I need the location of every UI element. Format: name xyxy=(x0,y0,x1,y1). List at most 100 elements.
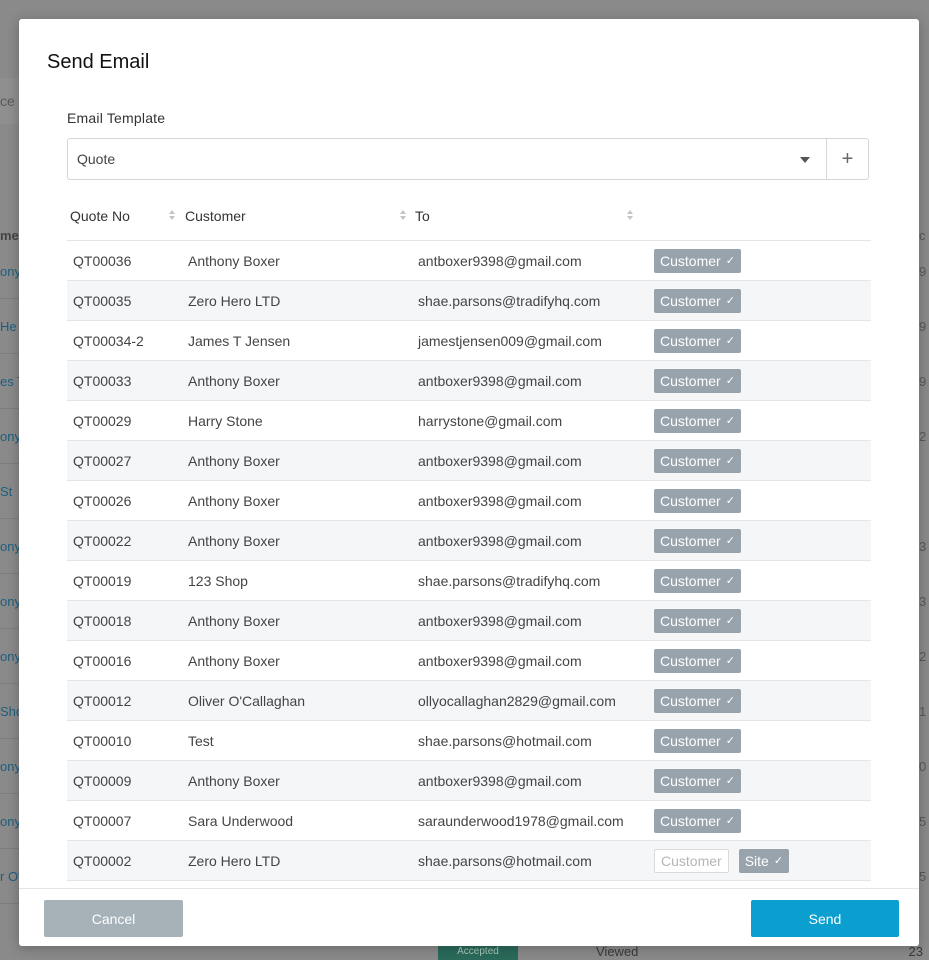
column-header-quote-no[interactable]: Quote No xyxy=(67,201,182,240)
check-icon: ✓ xyxy=(725,335,735,347)
quote-no-cell: QT00033 xyxy=(73,372,132,389)
check-icon: ✓ xyxy=(725,615,735,627)
background-cell xyxy=(919,464,929,519)
email-cell: antboxer9398@gmail.com xyxy=(418,772,582,789)
recipient-tag-customer[interactable]: Customer ✓ xyxy=(654,648,741,673)
recipient-tags-cell: Customer ✓ xyxy=(648,408,871,433)
cancel-button[interactable]: Cancel xyxy=(44,900,183,937)
customer-cell: Zero Hero LTD xyxy=(188,852,281,869)
recipient-tag-customer[interactable]: Customer ✓ xyxy=(654,368,741,393)
background-right-column: c 9 9 9 2 3 3 2 1 0 5 5 xyxy=(919,228,929,904)
email-cell: ollyocallaghan2829@gmail.com xyxy=(418,692,616,709)
recipient-tags-cell: Customer ✓ xyxy=(648,648,871,673)
table-row: QT00009 Anthony Boxer antboxer9398@gmail.c… xyxy=(67,761,871,801)
recipient-tag-label: Customer xyxy=(660,812,721,829)
background-cell: Sho xyxy=(0,684,20,739)
recipient-tag-customer[interactable]: Customer ✓ xyxy=(654,568,741,593)
check-icon: ✓ xyxy=(725,735,735,747)
recipient-tag-customer[interactable]: Customer ✓ xyxy=(654,728,741,753)
quote-no-cell: QT00007 xyxy=(73,812,132,829)
background-cell: es T xyxy=(0,354,20,409)
quote-no-cell: QT00036 xyxy=(73,252,132,269)
quote-no-cell: QT00029 xyxy=(73,412,132,429)
customer-cell: Oliver O'Callaghan xyxy=(188,692,306,709)
customer-cell: Anthony Boxer xyxy=(188,452,280,469)
recipient-tag-label: Customer xyxy=(660,332,721,349)
recipient-tag-customer[interactable]: Customer ✓ xyxy=(654,528,741,553)
recipient-tag-customer[interactable]: Customer ✓ xyxy=(654,328,741,353)
background-cell: ony xyxy=(0,794,20,849)
recipient-tags-cell: Customer ✓ xyxy=(648,528,871,553)
customer-cell: Anthony Boxer xyxy=(188,252,280,269)
recipient-tag-customer[interactable]: Customer ✓ xyxy=(654,288,741,313)
background-cell: ony xyxy=(0,519,20,574)
recipient-tag-customer[interactable]: Customer ✓ xyxy=(654,768,741,793)
check-icon: ✓ xyxy=(725,495,735,507)
recipient-tags-cell: Customer ✓ xyxy=(648,568,871,593)
email-cell: jamestjensen009@gmail.com xyxy=(418,332,602,349)
email-cell: saraunderwood1978@gmail.com xyxy=(418,812,624,829)
table-row: QT00034-2 James T Jensen jamestjensen009@g… xyxy=(67,321,871,361)
quote-no-cell: QT00022 xyxy=(73,532,132,549)
background-cell: 3 xyxy=(919,594,927,609)
recipient-tag-customer[interactable]: Customer xyxy=(654,848,729,873)
recipient-tags-cell: Customer ✓ xyxy=(648,608,871,633)
column-header-to[interactable]: To xyxy=(412,201,648,240)
check-icon: ✓ xyxy=(725,775,735,787)
send-button[interactable]: Send xyxy=(751,900,899,937)
recipient-tag-customer[interactable]: Customer ✓ xyxy=(654,688,741,713)
recipient-tag-label: Customer xyxy=(660,692,721,709)
table-row: QT00012 Oliver O'Callaghan ollyocallaghan2… xyxy=(67,681,871,721)
recipient-tag-site[interactable]: Site ✓ xyxy=(738,848,790,873)
background-cell: He xyxy=(0,299,20,354)
table-row: QT00018 Anthony Boxer antboxer9398@gmail.c… xyxy=(67,601,871,641)
recipient-tag-customer[interactable]: Customer ✓ xyxy=(654,408,741,433)
table-row: QT00035 Zero Hero LTD shae.parsons@tradify… xyxy=(67,281,871,321)
background-cell: 1 xyxy=(919,704,927,719)
check-icon: ✓ xyxy=(773,855,784,867)
recipient-tags-cell: Customer ✓ xyxy=(648,248,871,273)
customer-cell: Sara Underwood xyxy=(188,812,294,829)
table-row: QT00033 Anthony Boxer antboxer9398@gmail.c… xyxy=(67,361,871,401)
email-cell: shae.parsons@tradifyhq.com xyxy=(418,572,601,589)
recipient-tag-customer[interactable]: Customer ✓ xyxy=(654,488,741,513)
check-icon: ✓ xyxy=(725,255,735,267)
modal-title: Send Email xyxy=(47,51,150,73)
background-cell: ony xyxy=(0,409,20,464)
sort-icon[interactable] xyxy=(168,210,176,222)
sort-icon[interactable] xyxy=(626,210,634,222)
table-body: QT00036 Anthony Boxer antboxer9398@gmail.c… xyxy=(67,241,871,898)
recipient-tags-cell: Customer ✓ xyxy=(648,768,871,793)
sort-icon[interactable] xyxy=(399,210,407,222)
background-number: 23 xyxy=(908,944,923,959)
email-cell: harrystone@gmail.com xyxy=(418,412,563,429)
quote-no-cell: QT00034-2 xyxy=(73,332,144,349)
email-template-select[interactable]: Quote xyxy=(68,139,826,179)
chevron-down-icon[interactable] xyxy=(800,157,810,163)
quote-no-cell: QT00010 xyxy=(73,732,132,749)
recipient-tag-label: Customer xyxy=(660,772,721,789)
background-cell: 5 xyxy=(919,869,927,884)
background-search-text: ce xyxy=(0,93,15,109)
recipient-tag-customer[interactable]: Customer ✓ xyxy=(654,808,741,833)
quote-no-cell: QT00002 xyxy=(73,852,132,869)
recipient-tag-label: Customer xyxy=(660,412,721,429)
background-cell: r O' xyxy=(0,849,20,904)
check-icon: ✓ xyxy=(725,455,735,467)
recipient-tag-label: Customer xyxy=(660,492,721,509)
background-cell: 9 xyxy=(919,374,927,389)
column-header-recipients xyxy=(648,201,871,240)
recipient-tag-customer[interactable]: Customer ✓ xyxy=(654,448,741,473)
table-row: QT00036 Anthony Boxer antboxer9398@gmail.c… xyxy=(67,241,871,281)
quote-no-cell: QT00009 xyxy=(73,772,132,789)
check-icon: ✓ xyxy=(725,815,735,827)
recipient-tag-customer[interactable]: Customer ✓ xyxy=(654,248,741,273)
recipient-tags-cell: Customer ✓ xyxy=(648,448,871,473)
background-cell: 3 xyxy=(919,539,927,554)
recipient-tag-label: Customer xyxy=(660,252,721,269)
recipient-tags-cell: Customer ✓ xyxy=(648,288,871,313)
add-template-button[interactable]: + xyxy=(826,139,868,179)
background-cell: 2 xyxy=(919,649,927,664)
recipient-tag-customer[interactable]: Customer ✓ xyxy=(654,608,741,633)
column-header-customer[interactable]: Customer xyxy=(182,201,412,240)
